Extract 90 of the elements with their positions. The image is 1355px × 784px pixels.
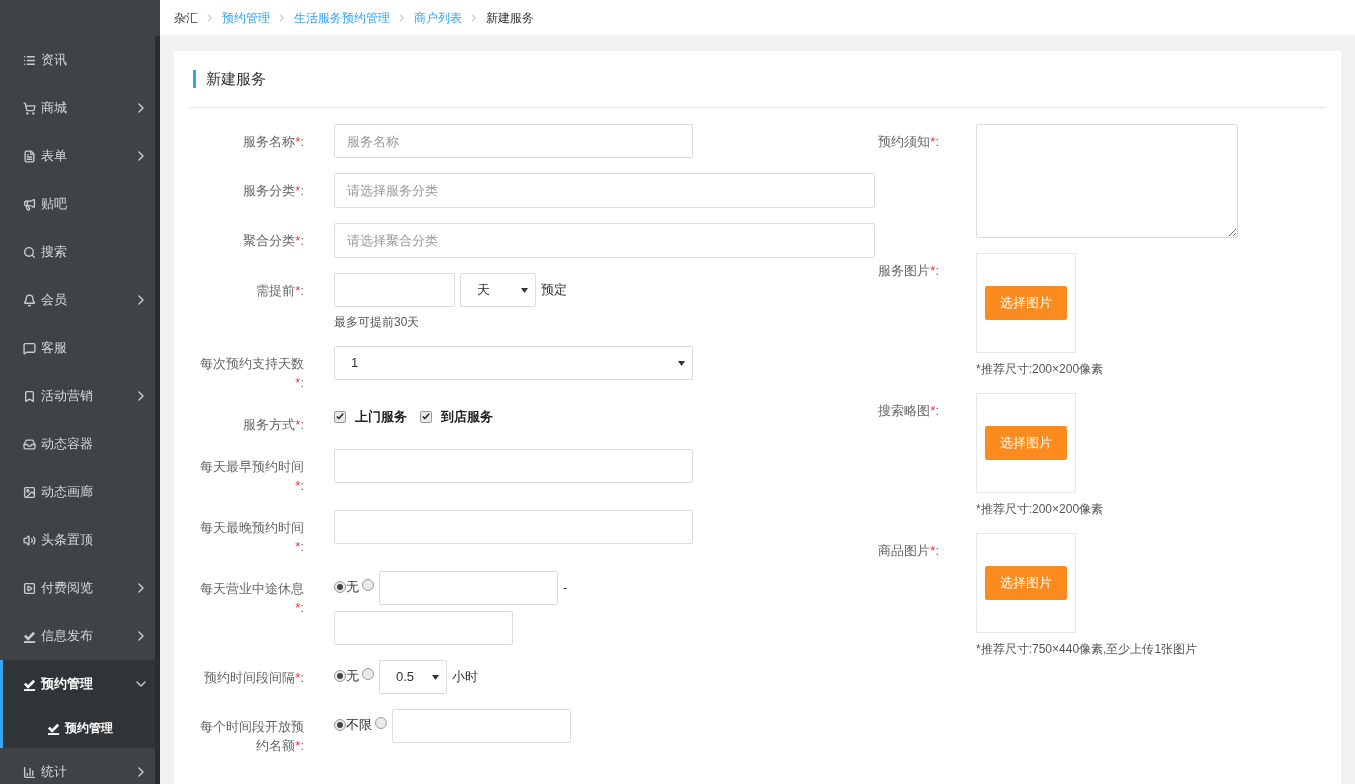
field-label: 服务图片*:	[877, 262, 939, 280]
caret-icon	[521, 287, 528, 293]
list-icon	[23, 53, 36, 67]
check-sign-icon	[23, 629, 36, 643]
field-label: 服务方式*:	[242, 416, 304, 434]
field-label: 每天最早预约时间 *:	[199, 458, 304, 495]
field-label: 需提前*:	[255, 282, 304, 300]
sidebar-item[interactable]: 商城	[3, 84, 155, 132]
speaker-icon	[23, 533, 36, 547]
checkbox-option[interactable]: 到店服务	[420, 407, 493, 427]
megaphone-icon	[23, 197, 36, 211]
form-icon	[23, 149, 36, 163]
field-label: 每次预约支持天数 *:	[199, 355, 304, 392]
radio-button[interactable]	[362, 579, 374, 591]
text-field[interactable]	[334, 611, 513, 645]
check-icon	[336, 413, 344, 421]
cart-icon	[23, 101, 36, 115]
inbox-icon	[23, 437, 36, 451]
radio-button[interactable]	[334, 580, 346, 593]
field-label: 搜索略图*:	[877, 402, 939, 420]
size-hint: *推荐尺寸:200×200像素	[976, 501, 1104, 518]
field-label: 商品图片*:	[877, 542, 939, 560]
days-select[interactable]: 1	[334, 346, 693, 380]
bar-chart-icon	[23, 765, 36, 779]
search-icon	[23, 245, 36, 259]
notice-textarea[interactable]	[976, 124, 1238, 238]
checkbox[interactable]	[334, 410, 346, 423]
size-hint: *推荐尺寸:750×440像素,至少上传1张图片	[976, 641, 1198, 658]
interval-select[interactable]: 0.5	[379, 660, 447, 694]
sidebar-item[interactable]: 付费阅览	[3, 564, 155, 612]
sidebar-item[interactable]: 贴吧	[3, 180, 155, 228]
sidebar-item[interactable]: 统计	[3, 748, 155, 784]
check-sign-icon	[23, 677, 36, 691]
sidebar-item[interactable]: 客服	[3, 324, 155, 372]
unit-select[interactable]: 天	[460, 273, 536, 307]
caret-icon	[432, 674, 439, 680]
radio-button[interactable]	[362, 668, 374, 680]
checkbox-option[interactable]: 上门服务	[334, 407, 407, 427]
radio-button[interactable]	[334, 669, 346, 682]
sidebar-item[interactable]: 头条置顶	[3, 516, 155, 564]
text-field[interactable]	[392, 709, 571, 743]
sidebar-item[interactable]: 活动营销	[3, 372, 155, 420]
scrollbar[interactable]	[155, 36, 160, 784]
sidebar-item[interactable]: 会员	[3, 276, 155, 324]
chat-icon	[23, 341, 36, 355]
number-field[interactable]	[334, 273, 455, 307]
sidebar-subitem[interactable]: 预约管理	[3, 708, 155, 748]
field-label: 预约须知*:	[877, 133, 939, 151]
field-label: 预约时间段间隔*:	[203, 669, 304, 687]
text-field[interactable]: 服务名称	[334, 124, 693, 158]
breadcrumb-text: 杂汇	[174, 9, 198, 27]
sidebar-item[interactable]: 预约管理	[3, 660, 155, 708]
sidebar-item[interactable]: 表单	[3, 132, 155, 180]
play-icon	[23, 581, 36, 595]
caret-icon	[678, 360, 685, 366]
radio-option[interactable]: 无	[334, 660, 359, 686]
card-title: 新建服务	[206, 68, 266, 89]
unit-label: -	[563, 579, 568, 598]
field-label: 聚合分类*:	[242, 232, 304, 250]
sidebar-item[interactable]: 信息发布	[3, 612, 155, 660]
field-label: 每天最晚预约时间 *:	[199, 519, 304, 556]
category-field[interactable]: 请选择服务分类	[334, 173, 875, 208]
hint-text: 最多可提前30天	[334, 314, 420, 331]
field-label: 服务名称*:	[242, 133, 304, 151]
checkbox[interactable]	[420, 410, 432, 423]
title-accent	[193, 70, 196, 88]
sidebar-item[interactable]: 资讯	[3, 36, 155, 84]
category-field[interactable]: 请选择聚合分类	[334, 223, 875, 258]
unit-label: 小时	[452, 668, 478, 687]
radio-button[interactable]	[375, 717, 387, 729]
bell-icon	[23, 293, 36, 307]
field-label: 每天营业中途休息 *:	[199, 580, 304, 617]
unit-label: 预定	[541, 281, 567, 300]
breadcrumb-text: 新建服务	[486, 9, 534, 27]
field-label: 每个时间段开放预约名额*:	[199, 718, 304, 755]
bookmark-icon	[23, 389, 36, 403]
radio-option[interactable]: 无	[334, 571, 359, 597]
check-icon	[422, 413, 430, 421]
size-hint: *推荐尺寸:200×200像素	[976, 361, 1104, 378]
text-field[interactable]	[379, 571, 558, 605]
sidebar-item[interactable]: 动态容器	[3, 420, 155, 468]
radio-button[interactable]	[334, 718, 346, 731]
radio-option[interactable]: 不限	[334, 709, 372, 735]
image-icon	[23, 485, 36, 499]
text-field[interactable]	[334, 449, 693, 483]
field-label: 服务分类*:	[242, 182, 304, 200]
text-field[interactable]	[334, 510, 693, 544]
check-sign-icon	[47, 721, 60, 735]
sidebar-item[interactable]: 搜索	[3, 228, 155, 276]
sidebar-item[interactable]: 动态画廊	[3, 468, 155, 516]
